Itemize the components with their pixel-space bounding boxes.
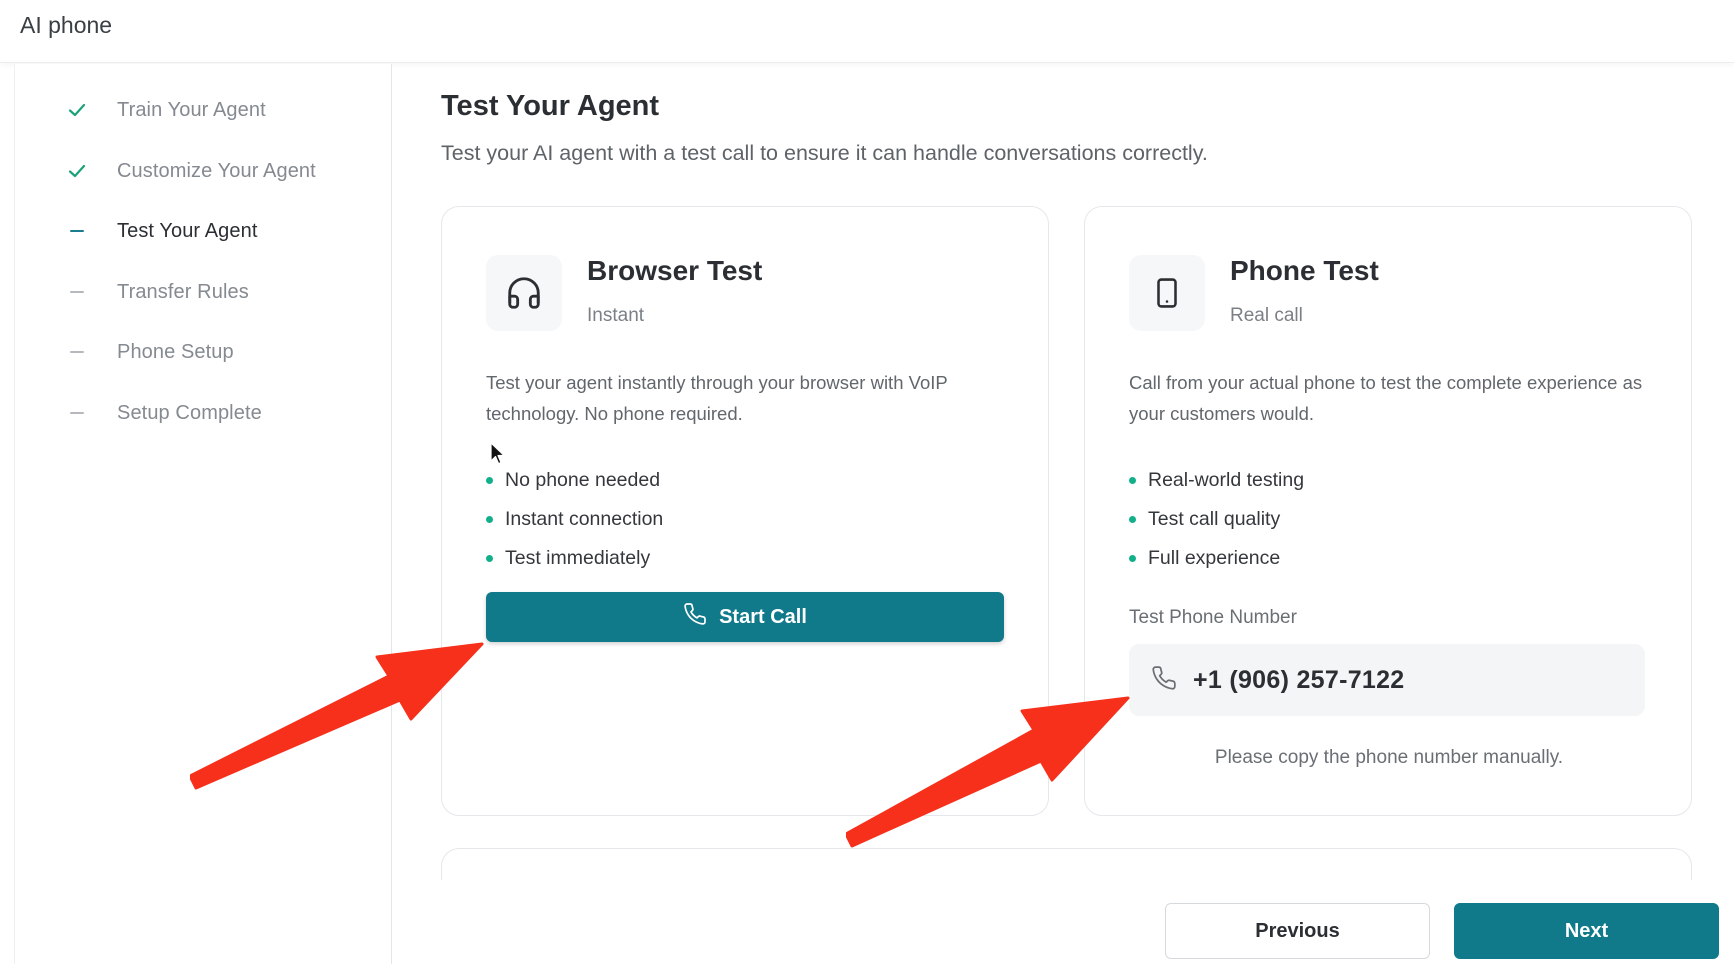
list-item: Test call quality (1129, 500, 1304, 539)
step-label: Train Your Agent (117, 98, 266, 121)
step-train-your-agent[interactable]: Train Your Agent (65, 94, 266, 126)
list-item: Real-world testing (1129, 461, 1304, 500)
main-content: Test Your Agent Test your AI agent with … (393, 64, 1734, 964)
card-subtitle: Real call (1230, 305, 1303, 326)
card-title: Phone Test (1230, 255, 1379, 286)
dash-icon (65, 340, 89, 364)
card-description: Call from your actual phone to test the … (1129, 372, 1643, 424)
phone-icon (683, 602, 707, 632)
check-icon (65, 159, 89, 183)
feature-list: Real-world testing Test call quality Ful… (1129, 461, 1304, 578)
feature-label: Instant connection (505, 508, 664, 530)
phone-number-field[interactable]: +1 (906) 257-7122 (1129, 644, 1645, 716)
list-item: Instant connection (486, 500, 663, 539)
step-label: Transfer Rules (117, 280, 249, 303)
card-subtitle: Instant (587, 305, 645, 326)
steps-sidebar: Train Your Agent Customize Your Agent Te… (14, 64, 392, 964)
page-subtitle: Test your AI agent with a test call to e… (441, 141, 1208, 165)
step-customize-your-agent[interactable]: Customize Your Agent (65, 155, 316, 187)
step-label: Phone Setup (117, 340, 234, 363)
next-button[interactable]: Next (1454, 903, 1719, 959)
step-transfer-rules[interactable]: Transfer Rules (65, 276, 249, 308)
feature-label: Test call quality (1148, 508, 1281, 530)
phone-test-card: Phone Test Real call Call from your actu… (1084, 206, 1692, 816)
bullet-icon (486, 516, 493, 523)
step-label: Customize Your Agent (117, 159, 316, 182)
feature-label: Test immediately (505, 547, 651, 569)
feature-label: Full experience (1148, 547, 1281, 569)
mouse-cursor-icon (490, 442, 506, 471)
bullet-icon (1129, 555, 1136, 562)
dash-icon (65, 280, 89, 304)
list-item: Full experience (1129, 539, 1304, 578)
card-description: Test your agent instantly through your b… (486, 372, 948, 424)
bullet-icon (1129, 516, 1136, 523)
dash-icon (65, 401, 89, 425)
list-item: No phone needed (486, 461, 663, 500)
test-phone-number-label: Test Phone Number (1129, 607, 1297, 628)
step-setup-complete[interactable]: Setup Complete (65, 397, 262, 429)
feature-label: Real-world testing (1148, 469, 1305, 491)
step-label: Setup Complete (117, 401, 262, 424)
feature-label: No phone needed (505, 469, 661, 491)
step-phone-setup[interactable]: Phone Setup (65, 336, 234, 368)
dash-icon (65, 219, 89, 243)
bullet-icon (1129, 477, 1136, 484)
top-bar: AI phone (0, 0, 1734, 63)
headphones-icon (486, 255, 562, 331)
feature-list: No phone needed Instant connection Test … (486, 461, 663, 578)
smartphone-icon (1129, 255, 1205, 331)
phone-number[interactable]: +1 (906) 257-7122 (1193, 666, 1405, 695)
card-title: Browser Test (587, 255, 763, 286)
list-item: Test immediately (486, 539, 663, 578)
page-title: Test Your Agent (441, 90, 660, 122)
bullet-icon (486, 555, 493, 562)
step-label: Test Your Agent (117, 219, 258, 242)
bullet-icon (486, 477, 493, 484)
phone-icon (1151, 665, 1177, 696)
start-call-label: Start Call (719, 605, 807, 628)
app-title: AI phone (20, 12, 113, 38)
browser-test-card: Browser Test Instant Test your agent ins… (441, 206, 1049, 816)
start-call-button[interactable]: Start Call (486, 592, 1004, 642)
previous-button[interactable]: Previous (1165, 903, 1430, 959)
step-test-your-agent[interactable]: Test Your Agent (65, 215, 258, 247)
copy-note: Please copy the phone number manually. (1214, 747, 1564, 768)
check-icon (65, 98, 89, 122)
